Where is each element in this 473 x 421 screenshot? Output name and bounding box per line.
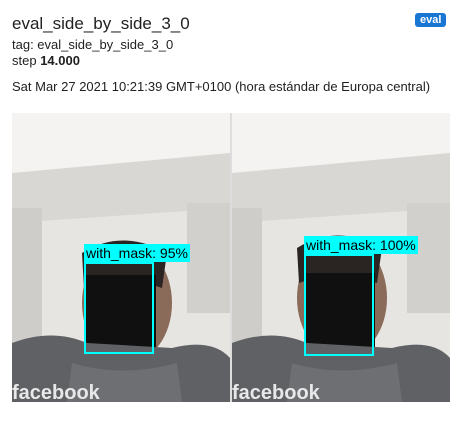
hoodie-print: facebook — [12, 382, 101, 402]
image-frame-left: facebook with_mask: 95% — [12, 113, 230, 402]
tag-line: tag: eval_side_by_side_3_0 — [12, 37, 174, 52]
detection-box-left — [84, 262, 154, 354]
side-by-side-image[interactable]: facebook with_mask: 95% facebook with_ma… — [12, 113, 450, 402]
image-frame-right: facebook with_mask: 100% — [232, 113, 450, 402]
detection-box-right — [304, 254, 374, 356]
run-badge: eval — [415, 13, 447, 27]
hoodie-print: facebook — [232, 382, 321, 402]
detection-label-right: with_mask: 100% — [304, 236, 418, 254]
image-summary-card: eval_side_by_side_3_0 eval tag: eval_sid… — [0, 0, 473, 421]
detection-label-left: with_mask: 95% — [84, 244, 190, 262]
step-label: step — [12, 53, 37, 68]
step-value: 14.000 — [40, 53, 80, 68]
timestamp: Sat Mar 27 2021 10:21:39 GMT+0100 (hora … — [12, 79, 431, 94]
step-line: step 14.000 — [12, 53, 80, 69]
run-title: eval_side_by_side_3_0 — [12, 14, 190, 33]
